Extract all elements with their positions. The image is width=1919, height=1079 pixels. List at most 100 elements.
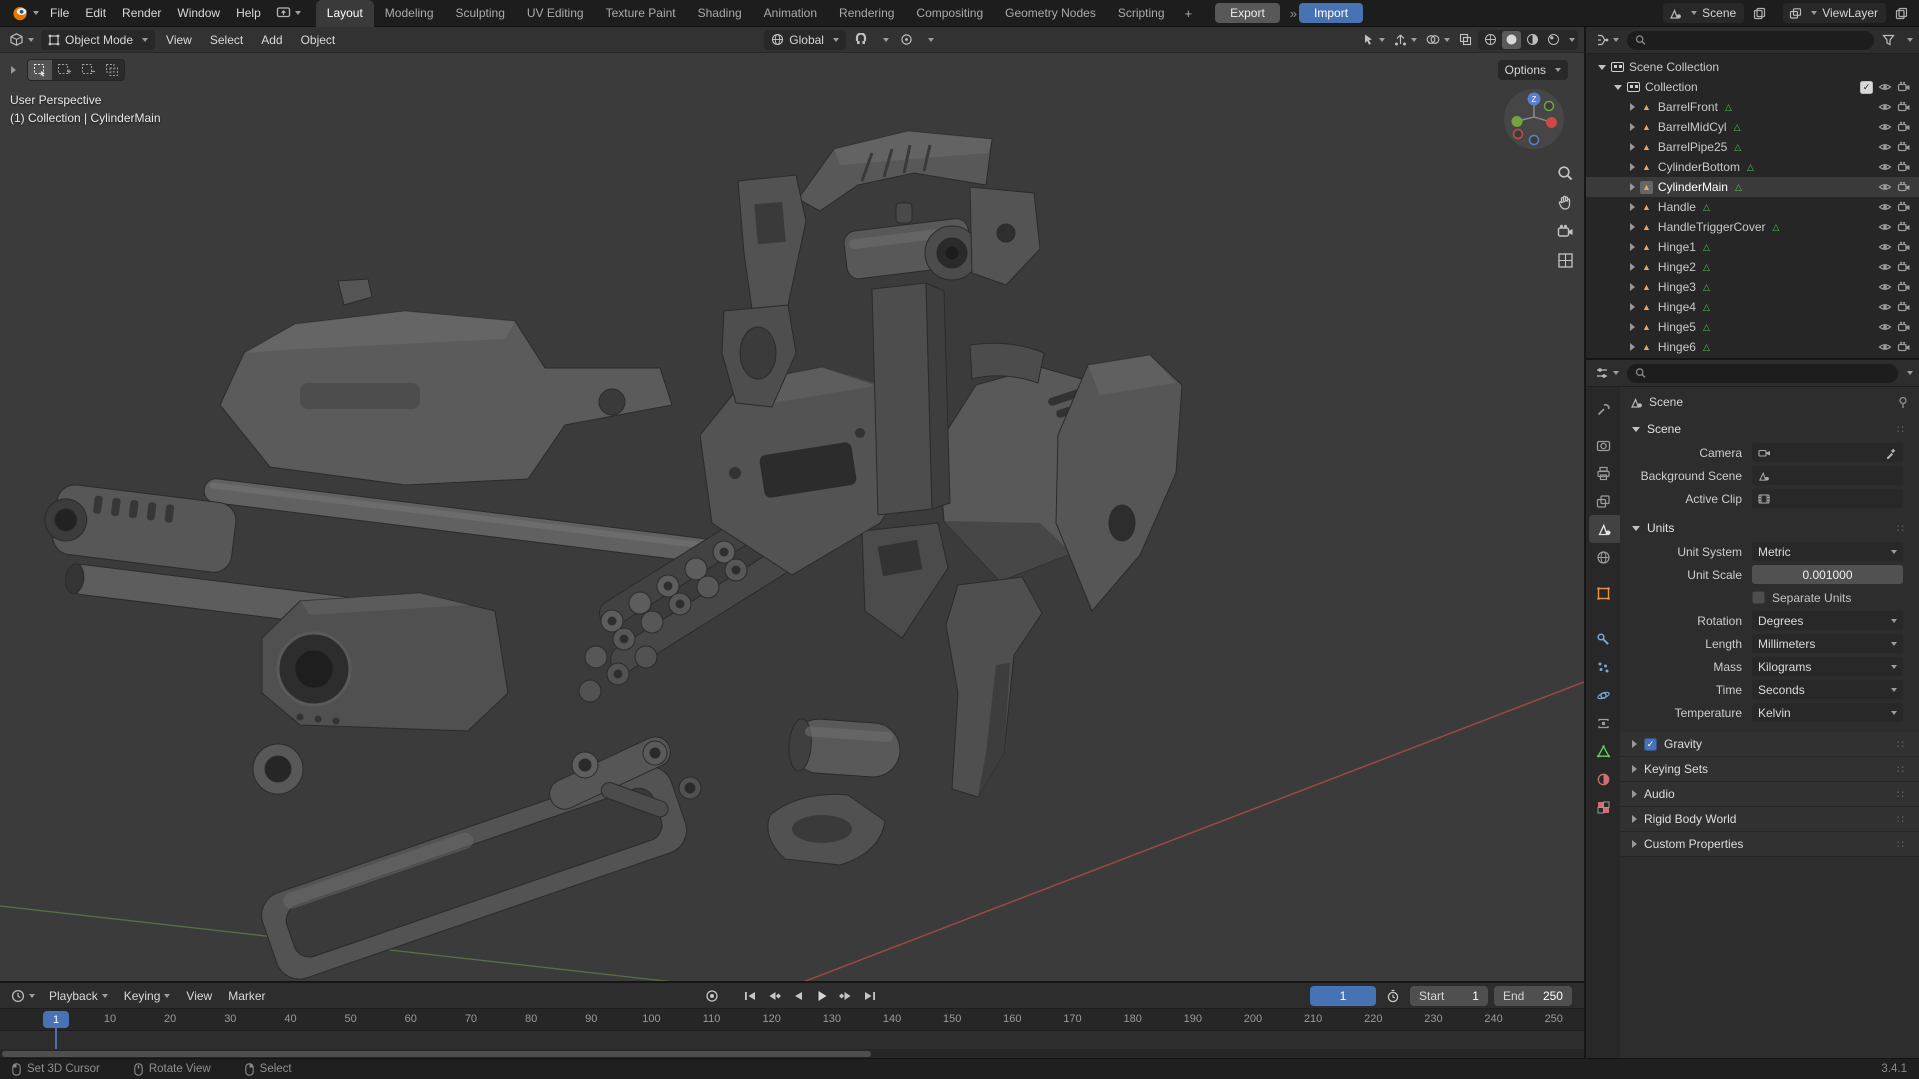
panel-keying-sets[interactable]: Keying Sets ∷ [1620, 757, 1919, 782]
disable-render-camera-icon[interactable] [1897, 80, 1911, 94]
properties-search-input[interactable] [1651, 366, 1890, 380]
shading-material-button[interactable] [1523, 31, 1542, 49]
menu-render[interactable]: Render [114, 3, 169, 23]
collection-row[interactable]: Collection [1586, 77, 1919, 97]
options-dropdown[interactable]: Options [1497, 60, 1568, 80]
selectability-visibility-dropdown[interactable] [1359, 30, 1388, 50]
hide-viewport-eye-icon[interactable] [1878, 80, 1892, 94]
expand-icon[interactable] [1630, 303, 1635, 311]
disable-render-camera-icon[interactable] [1897, 180, 1911, 194]
auto-keyframe-button[interactable] [701, 986, 723, 1006]
new-view-layer-button[interactable] [1892, 3, 1911, 23]
expand-icon[interactable] [1630, 183, 1635, 191]
disable-render-camera-icon[interactable] [1897, 140, 1911, 154]
scene-collection-row[interactable]: Scene Collection [1586, 57, 1919, 77]
preview-range-clock-icon[interactable] [1382, 986, 1404, 1006]
tab-object-data[interactable] [1586, 737, 1620, 765]
hide-viewport-eye-icon[interactable] [1878, 320, 1892, 334]
temperature-select[interactable]: Kelvin [1752, 703, 1903, 722]
hide-viewport-eye-icon[interactable] [1878, 160, 1892, 174]
outliner-object-row[interactable]: ▲ Hinge4 △ [1586, 297, 1919, 317]
panel-audio[interactable]: Audio ∷ [1620, 782, 1919, 807]
workspace-tab[interactable]: Modeling [374, 0, 445, 27]
workspace-tab[interactable]: Compositing [905, 0, 994, 27]
blender-logo[interactable] [8, 3, 42, 23]
play-button[interactable] [811, 986, 833, 1006]
panel-units-header[interactable]: Units ∷ [1620, 516, 1919, 540]
outliner-object-row[interactable]: ▲ BarrelPipe25 △ [1586, 137, 1919, 157]
disable-render-camera-icon[interactable] [1897, 260, 1911, 274]
collapse-icon[interactable] [1598, 64, 1606, 70]
panel-gravity[interactable]: Gravity ∷ [1620, 732, 1919, 757]
tab-texture[interactable] [1586, 793, 1620, 821]
menu-object[interactable]: Object [294, 30, 343, 50]
disable-render-camera-icon[interactable] [1897, 100, 1911, 114]
outliner-object-row[interactable]: ▲ Hinge1 △ [1586, 237, 1919, 257]
expand-icon[interactable] [1630, 223, 1635, 231]
properties-search[interactable] [1627, 363, 1898, 383]
select-mode-extend-icon[interactable] [52, 60, 76, 80]
outliner-object-row[interactable]: ▲ HandleTriggerCover △ [1586, 217, 1919, 237]
timeline-scrollbar[interactable] [0, 1049, 1584, 1058]
outliner-editor-type-button[interactable] [1592, 30, 1622, 50]
unit-scale-field[interactable]: 0.001000 [1752, 565, 1903, 584]
jump-to-start-button[interactable] [739, 986, 761, 1006]
tab-object[interactable] [1586, 579, 1620, 607]
tab-constraints[interactable] [1586, 709, 1620, 737]
transform-orientation-select[interactable]: Global [764, 29, 846, 50]
outliner-object-row[interactable]: ▲ CylinderMain △ [1586, 177, 1919, 197]
disable-render-camera-icon[interactable] [1897, 220, 1911, 234]
outliner-object-row[interactable]: ▲ Hinge3 △ [1586, 277, 1919, 297]
pin-icon[interactable] [1897, 396, 1909, 409]
menu-file[interactable]: File [42, 3, 77, 23]
timeline-channel-area[interactable] [0, 1031, 1584, 1049]
filter-icon[interactable] [1879, 30, 1898, 50]
menu-edit[interactable]: Edit [77, 3, 114, 23]
length-select[interactable]: Millimeters [1752, 634, 1903, 653]
export-button[interactable]: Export [1215, 3, 1280, 23]
disable-render-camera-icon[interactable] [1897, 300, 1911, 314]
hide-viewport-eye-icon[interactable] [1878, 220, 1892, 234]
mass-select[interactable]: Kilograms [1752, 657, 1903, 676]
import-button[interactable]: Import [1299, 3, 1364, 23]
menu-playback[interactable]: Playback [42, 986, 115, 1006]
outliner-search[interactable] [1627, 30, 1874, 50]
panel-rigid-body-world[interactable]: Rigid Body World ∷ [1620, 807, 1919, 832]
3d-viewport-canvas[interactable]: Options User Perspective (1) Collection … [0, 53, 1584, 981]
background-scene-field[interactable] [1752, 466, 1903, 485]
overlays-dropdown[interactable] [1423, 30, 1453, 50]
menu-window[interactable]: Window [169, 3, 228, 23]
menu-view[interactable]: View [159, 30, 199, 50]
jump-to-end-button[interactable] [859, 986, 881, 1006]
eyedropper-icon[interactable] [1885, 447, 1897, 459]
editor-type-button[interactable] [6, 30, 37, 50]
hide-viewport-eye-icon[interactable] [1878, 240, 1892, 254]
tab-world[interactable] [1586, 543, 1620, 571]
outliner-object-row[interactable]: ▲ Handle △ [1586, 197, 1919, 217]
hide-viewport-eye-icon[interactable] [1878, 100, 1892, 114]
outliner-object-row[interactable]: ▲ BarrelFront △ [1586, 97, 1919, 117]
menu-timeline-view[interactable]: View [179, 986, 219, 1006]
scene-camera-field[interactable] [1752, 443, 1903, 462]
unit-system-select[interactable]: Metric [1752, 542, 1903, 561]
toolbar-expand-button[interactable] [8, 60, 19, 80]
panel-drag-handle[interactable]: ∷ [1897, 423, 1905, 436]
select-mode-new-icon[interactable] [28, 60, 52, 80]
tab-output[interactable] [1586, 459, 1620, 487]
expand-icon[interactable] [1630, 163, 1635, 171]
outliner-object-row[interactable]: ▲ CylinderBottom △ [1586, 157, 1919, 177]
disable-render-camera-icon[interactable] [1897, 200, 1911, 214]
workspace-tab[interactable]: Shading [687, 0, 753, 27]
outliner-object-row[interactable]: ▲ Hinge5 △ [1586, 317, 1919, 337]
separate-units-checkbox[interactable] [1752, 591, 1765, 604]
hide-viewport-eye-icon[interactable] [1878, 340, 1892, 354]
expand-icon[interactable] [1630, 263, 1635, 271]
tab-modifiers[interactable] [1586, 625, 1620, 653]
outliner-object-row[interactable]: ▲ Hinge6 △ [1586, 337, 1919, 357]
disable-render-camera-icon[interactable] [1897, 120, 1911, 134]
hide-viewport-eye-icon[interactable] [1878, 260, 1892, 274]
tab-material[interactable] [1586, 765, 1620, 793]
playhead[interactable]: 1 [43, 1011, 69, 1028]
gizmos-dropdown[interactable] [1391, 30, 1420, 50]
hide-viewport-eye-icon[interactable] [1878, 300, 1892, 314]
